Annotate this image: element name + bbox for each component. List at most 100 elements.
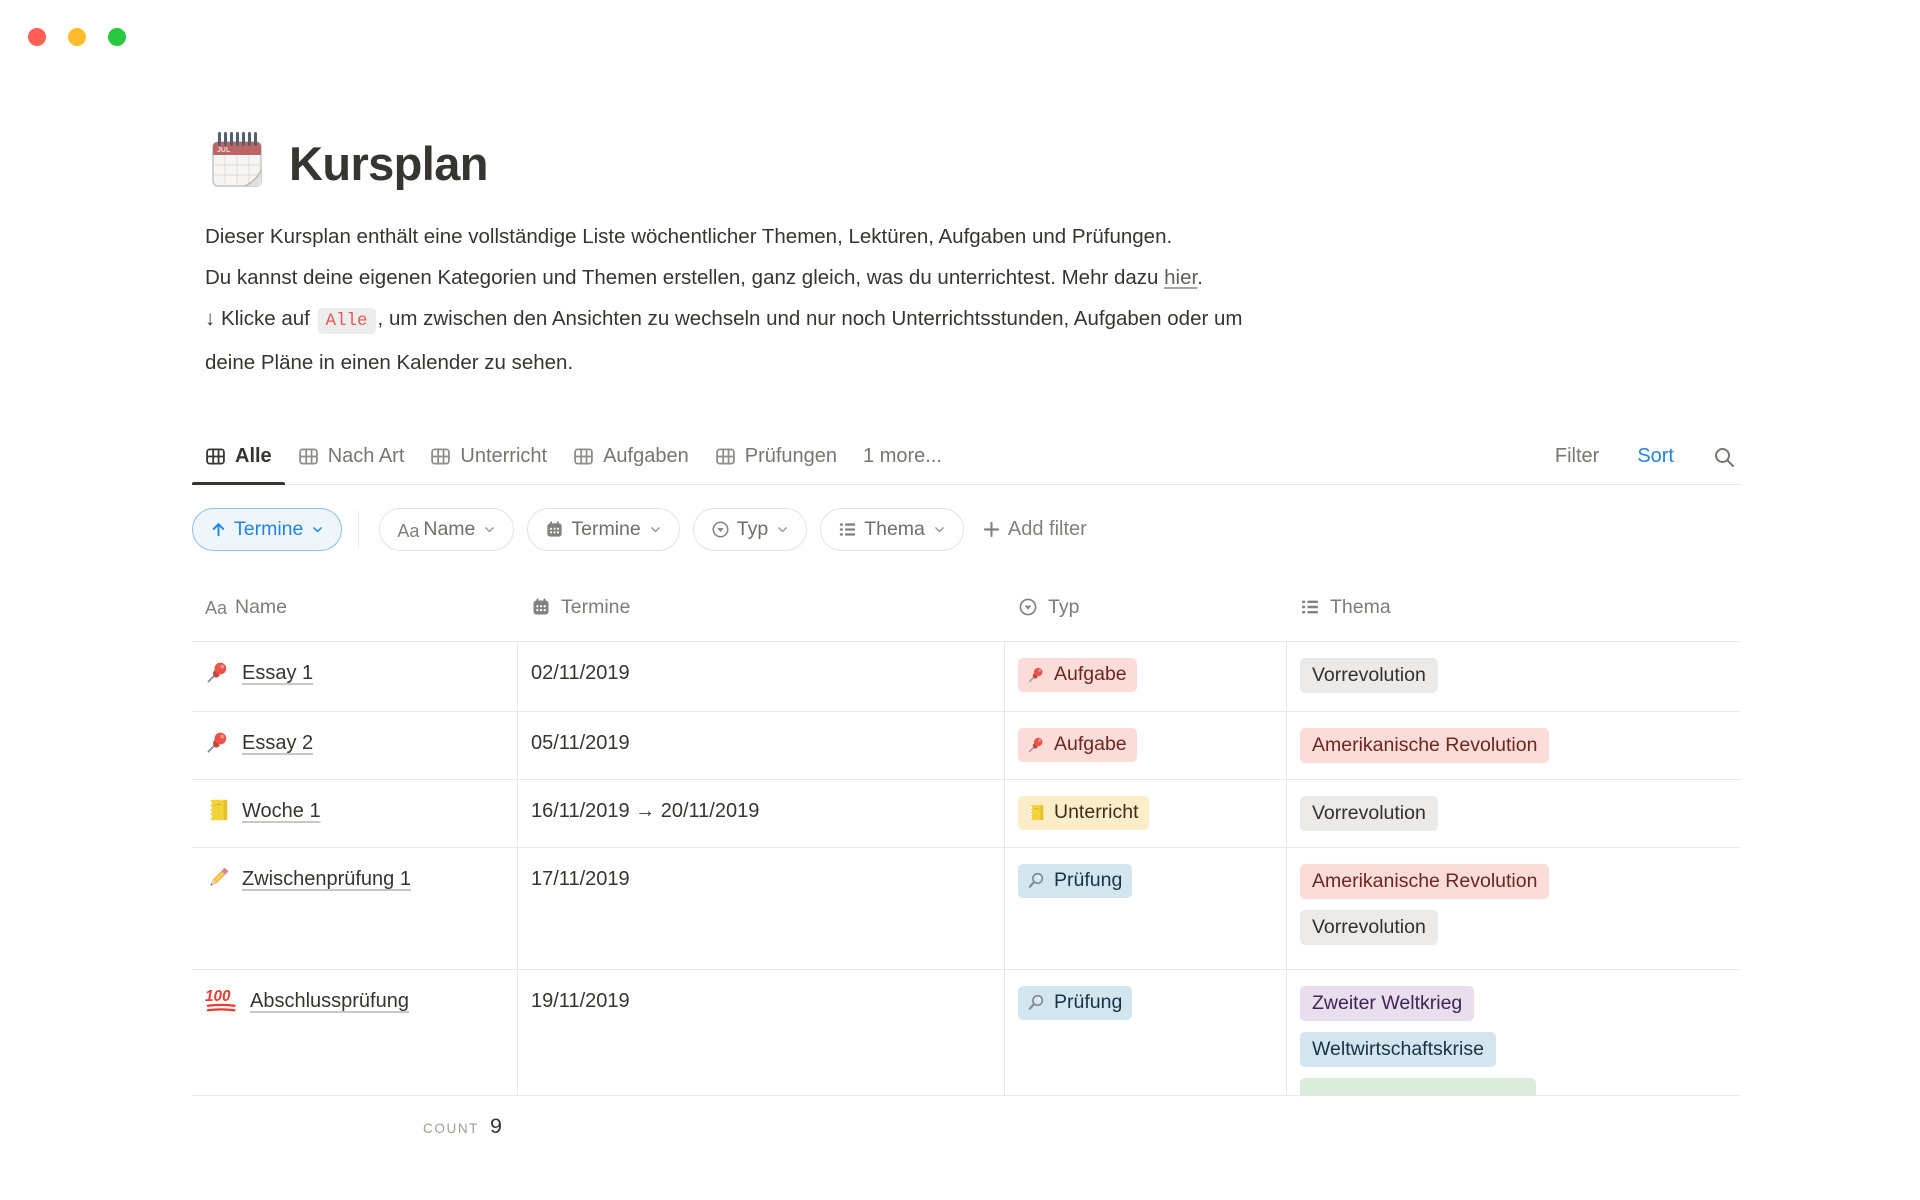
thema-cell[interactable]: Amerikanische Revolution bbox=[1287, 712, 1740, 779]
name-cell[interactable]: Essay 2 bbox=[192, 712, 518, 779]
table-header: Aa Name Termine Typ Thema bbox=[192, 573, 1740, 642]
hundred-icon: 100 bbox=[205, 987, 239, 1012]
svg-text:JUL: JUL bbox=[217, 147, 231, 154]
typ-cell[interactable]: Aufgabe bbox=[1005, 642, 1287, 711]
termine-cell[interactable]: 16/11/2019 → 20/11/2019 bbox=[518, 780, 1005, 847]
pencil-icon bbox=[205, 865, 231, 891]
termine-cell[interactable]: 17/11/2019 bbox=[518, 848, 1005, 969]
search-icon[interactable] bbox=[1712, 445, 1736, 469]
arrow-up-icon bbox=[210, 521, 227, 538]
list-icon bbox=[838, 520, 857, 539]
filter-button[interactable]: Filter bbox=[1555, 445, 1599, 468]
column-label: Termine bbox=[561, 596, 630, 619]
table-icon bbox=[430, 446, 451, 467]
alle-code-chip: Alle bbox=[318, 308, 376, 334]
tab-label: Aufgaben bbox=[603, 445, 689, 468]
name-cell[interactable]: Zwischenprüfung 1 bbox=[192, 848, 518, 969]
tab-label: Prüfungen bbox=[745, 445, 837, 468]
filter-chip-thema[interactable]: Thema bbox=[820, 508, 964, 551]
filter-chip-termine[interactable]: Termine bbox=[527, 508, 679, 551]
pushpin-icon bbox=[205, 659, 231, 685]
typ-badge-label: Prüfung bbox=[1054, 867, 1122, 894]
typ-cell[interactable]: Aufgabe bbox=[1005, 712, 1287, 779]
view-tab-bar: Alle Nach Art Unterricht Aufgaben Prüfun… bbox=[192, 429, 1740, 485]
table-icon bbox=[298, 446, 319, 467]
name-cell[interactable]: Essay 1 bbox=[192, 642, 518, 711]
list-icon bbox=[1300, 597, 1320, 617]
termine-cell[interactable]: 19/11/2019 bbox=[518, 970, 1005, 1096]
tab-label: Nach Art bbox=[328, 445, 405, 468]
zoom-button[interactable] bbox=[108, 28, 126, 46]
column-header-thema[interactable]: Thema bbox=[1287, 573, 1740, 641]
filter-chip-name[interactable]: Aa Name bbox=[379, 508, 514, 551]
table-row: Essay 1 02/11/2019 Aufgabe Vorrevolution bbox=[192, 642, 1740, 712]
page-link[interactable]: Essay 2 bbox=[242, 728, 313, 759]
spiral-calendar-icon: JUL bbox=[205, 126, 269, 190]
calendar-icon bbox=[545, 520, 564, 539]
name-cell[interactable]: 100 Abschlussprüfung bbox=[192, 970, 518, 1096]
chip-label: Thema bbox=[864, 518, 925, 541]
page-header: JUL Kursplan bbox=[192, 0, 1740, 190]
chevron-down-icon bbox=[933, 523, 946, 536]
thema-tag: Zweiter Weltkrieg bbox=[1300, 986, 1474, 1021]
name-cell[interactable]: Woche 1 bbox=[192, 780, 518, 847]
thema-tag: Vorrevolution bbox=[1300, 910, 1438, 945]
thema-tag-partial bbox=[1300, 1078, 1536, 1096]
typ-badge-label: Prüfung bbox=[1054, 989, 1122, 1016]
page-link[interactable]: Woche 1 bbox=[242, 796, 321, 827]
typ-badge-label: Unterricht bbox=[1054, 799, 1139, 826]
close-button[interactable] bbox=[28, 28, 46, 46]
pushpin-icon bbox=[1027, 735, 1046, 754]
column-header-typ[interactable]: Typ bbox=[1005, 573, 1287, 641]
thema-cell[interactable]: Vorrevolution bbox=[1287, 780, 1740, 847]
page-link[interactable]: Zwischenprüfung 1 bbox=[242, 864, 411, 895]
filter-chip-typ[interactable]: Typ bbox=[693, 508, 807, 551]
table-icon bbox=[573, 446, 594, 467]
tab-nach-art[interactable]: Nach Art bbox=[285, 429, 418, 484]
tab-pruefungen[interactable]: Prüfungen bbox=[702, 429, 850, 484]
sort-chip-termine[interactable]: Termine bbox=[192, 508, 342, 551]
pushpin-icon bbox=[1027, 665, 1046, 684]
sort-button[interactable]: Sort bbox=[1637, 445, 1674, 468]
table-footer: COUNT 9 bbox=[192, 1096, 518, 1139]
sort-chip-label: Termine bbox=[234, 518, 303, 541]
termine-cell[interactable]: 05/11/2019 bbox=[518, 712, 1005, 779]
plus-icon bbox=[982, 520, 1001, 539]
tab-alle[interactable]: Alle bbox=[192, 429, 285, 484]
aa-icon: Aa bbox=[397, 520, 416, 539]
toolbar-divider bbox=[358, 511, 359, 547]
select-icon bbox=[711, 520, 730, 539]
typ-cell[interactable]: Unterricht bbox=[1005, 780, 1287, 847]
hier-link[interactable]: hier bbox=[1164, 266, 1197, 289]
typ-cell[interactable]: Prüfung bbox=[1005, 848, 1287, 969]
window-controls bbox=[28, 28, 126, 46]
svg-text:100: 100 bbox=[205, 988, 231, 1005]
add-filter-button[interactable]: Add filter bbox=[982, 518, 1087, 541]
termine-cell[interactable]: 02/11/2019 bbox=[518, 642, 1005, 711]
more-views-button[interactable]: 1 more... bbox=[850, 429, 955, 484]
tab-label: Unterricht bbox=[460, 445, 547, 468]
page-link[interactable]: Abschlussprüfung bbox=[250, 986, 409, 1017]
column-header-termine[interactable]: Termine bbox=[518, 573, 1005, 641]
count-label: COUNT bbox=[423, 1121, 479, 1136]
chip-label: Typ bbox=[737, 518, 768, 541]
description-line-2: Du kannst deine eigenen Kategorien und T… bbox=[205, 257, 1692, 298]
table-row: Zwischenprüfung 1 17/11/2019 Prüfung Ame… bbox=[192, 848, 1740, 970]
page-link[interactable]: Essay 1 bbox=[242, 658, 313, 689]
table-row: Woche 1 16/11/2019 → 20/11/2019 Unterric… bbox=[192, 780, 1740, 848]
page-title: Kursplan bbox=[289, 138, 488, 190]
typ-cell[interactable]: Prüfung bbox=[1005, 970, 1287, 1096]
minimize-button[interactable] bbox=[68, 28, 86, 46]
thema-tag: Amerikanische Revolution bbox=[1300, 728, 1549, 763]
column-header-name[interactable]: Aa Name bbox=[192, 573, 518, 641]
tab-unterricht[interactable]: Unterricht bbox=[417, 429, 560, 484]
aa-icon: Aa bbox=[205, 597, 225, 617]
select-icon bbox=[1018, 597, 1038, 617]
page: JUL Kursplan Dieser Kursplan enthält ein… bbox=[192, 0, 1740, 1139]
tab-aufgaben[interactable]: Aufgaben bbox=[560, 429, 702, 484]
thema-cell[interactable]: Amerikanische Revolution Vorrevolution bbox=[1287, 848, 1740, 969]
thema-cell[interactable]: Zweiter Weltkrieg Weltwirtschaftskrise bbox=[1287, 970, 1740, 1096]
thema-cell[interactable]: Vorrevolution bbox=[1287, 642, 1740, 711]
typ-badge: Prüfung bbox=[1018, 986, 1132, 1020]
typ-badge: Prüfung bbox=[1018, 864, 1132, 898]
